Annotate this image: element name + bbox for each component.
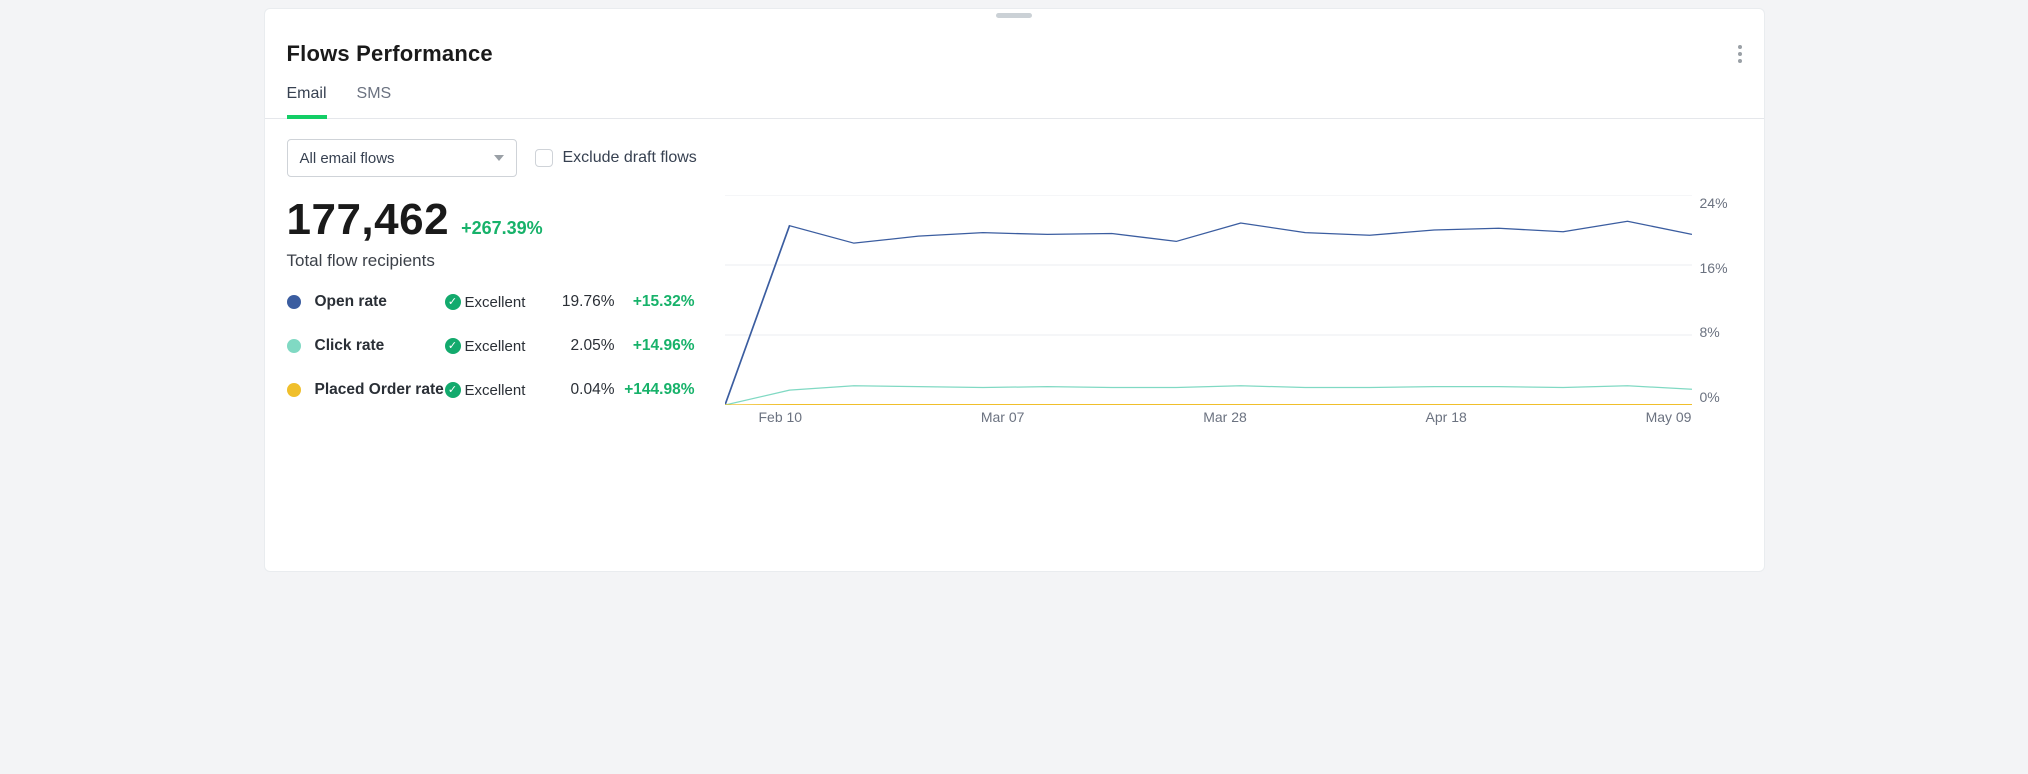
summary-panel: 177,462 +267.39% Total flow recipients O… bbox=[287, 195, 695, 425]
checkbox-icon bbox=[535, 149, 553, 167]
metric-value: 2.05% bbox=[545, 337, 615, 355]
x-axis: Feb 10 Mar 07 Mar 28 Apr 18 May 09 bbox=[725, 409, 1692, 425]
metric-rating: ✓Excellent bbox=[445, 294, 545, 311]
card-title: Flows Performance bbox=[287, 41, 1742, 67]
more-menu-button[interactable] bbox=[1738, 45, 1742, 63]
performance-chart: 24% 16% 8% 0% Feb 10 Mar 07 Mar 28 Apr 18 May 0… bbox=[725, 195, 1742, 425]
x-tick-label: Mar 07 bbox=[981, 409, 1025, 425]
metric-value: 0.04% bbox=[545, 381, 615, 399]
total-recipients-label: Total flow recipients bbox=[287, 251, 695, 271]
metric-name: Placed Order rate bbox=[315, 381, 445, 399]
chevron-down-icon bbox=[494, 155, 504, 161]
y-tick-label: 24% bbox=[1700, 195, 1728, 211]
y-axis: 24% 16% 8% 0% bbox=[1692, 195, 1742, 405]
metric-delta: +14.96% bbox=[615, 337, 695, 355]
drag-handle-icon[interactable] bbox=[996, 13, 1032, 18]
total-recipients-value: 177,462 bbox=[287, 195, 450, 245]
x-tick-label: Mar 28 bbox=[1203, 409, 1247, 425]
exclude-draft-label: Exclude draft flows bbox=[563, 149, 697, 167]
series-color-dot bbox=[287, 339, 301, 353]
check-circle-icon: ✓ bbox=[445, 338, 461, 354]
total-recipients-delta: +267.39% bbox=[461, 218, 543, 239]
metric-value: 19.76% bbox=[545, 293, 615, 311]
y-tick-label: 16% bbox=[1700, 260, 1728, 276]
metric-name: Open rate bbox=[315, 293, 445, 311]
x-tick-label: Apr 18 bbox=[1426, 409, 1467, 425]
check-circle-icon: ✓ bbox=[445, 382, 461, 398]
check-circle-icon: ✓ bbox=[445, 294, 461, 310]
series-line bbox=[725, 386, 1692, 405]
metric-row: Placed Order rate✓Excellent0.04%+144.98% bbox=[287, 381, 695, 399]
flows-performance-card: Flows Performance Email SMS All email flo… bbox=[264, 8, 1765, 572]
metric-delta: +144.98% bbox=[615, 381, 695, 399]
y-tick-label: 0% bbox=[1700, 389, 1720, 405]
series-color-dot bbox=[287, 383, 301, 397]
metric-row: Open rate✓Excellent19.76%+15.32% bbox=[287, 293, 695, 311]
metric-rating: ✓Excellent bbox=[445, 338, 545, 355]
y-tick-label: 8% bbox=[1700, 324, 1720, 340]
metric-name: Click rate bbox=[315, 337, 445, 355]
x-tick-label: Feb 10 bbox=[759, 409, 803, 425]
tab-email[interactable]: Email bbox=[287, 85, 327, 119]
metric-row: Click rate✓Excellent2.05%+14.96% bbox=[287, 337, 695, 355]
line-chart-svg bbox=[725, 195, 1692, 405]
series-line bbox=[725, 221, 1692, 405]
metric-rating: ✓Excellent bbox=[445, 382, 545, 399]
metric-delta: +15.32% bbox=[615, 293, 695, 311]
series-color-dot bbox=[287, 295, 301, 309]
x-tick-label: May 09 bbox=[1646, 409, 1692, 425]
flow-filter-dropdown[interactable]: All email flows bbox=[287, 139, 517, 177]
flow-filter-value: All email flows bbox=[300, 150, 395, 167]
channel-tabs: Email SMS bbox=[265, 85, 1764, 119]
tab-sms[interactable]: SMS bbox=[357, 85, 392, 118]
exclude-draft-toggle[interactable]: Exclude draft flows bbox=[535, 149, 697, 167]
metrics-list: Open rate✓Excellent19.76%+15.32%Click ra… bbox=[287, 293, 695, 399]
